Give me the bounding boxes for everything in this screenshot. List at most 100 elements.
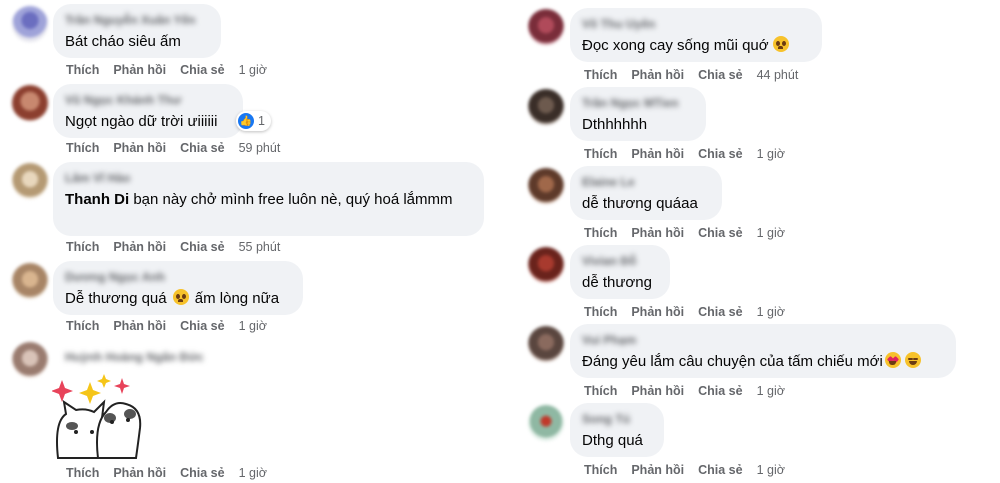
share-button[interactable]: Chia sẻ bbox=[180, 466, 224, 480]
share-button[interactable]: Chia sẻ bbox=[698, 226, 742, 240]
comment-time[interactable]: 59 phút bbox=[239, 141, 281, 155]
avatar[interactable] bbox=[528, 9, 564, 45]
comment-text: Dễ thương quá ấm lòng nữa bbox=[65, 288, 291, 309]
comment-text: Bát cháo siêu ấm bbox=[65, 33, 181, 50]
comment-time[interactable]: 55 phút bbox=[239, 240, 281, 254]
comment-author[interactable]: Võ Thu Uyên bbox=[582, 17, 810, 31]
comment-text: Dthg quá bbox=[582, 432, 643, 449]
comment-text-body: Đọc xong cay sống mũi quớ bbox=[582, 37, 769, 54]
mention-link[interactable]: Thanh Di bbox=[65, 191, 129, 208]
share-button[interactable]: Chia sẻ bbox=[180, 141, 224, 155]
comment-author[interactable]: Lâm Vĩ Hào bbox=[65, 171, 472, 185]
comment-text: dễ thương bbox=[582, 274, 652, 291]
share-button[interactable]: Chia sẻ bbox=[180, 319, 224, 333]
share-button[interactable]: Chia sẻ bbox=[180, 63, 224, 77]
comment-actions: Thích Phản hồi Chia sẻ 1 giờ bbox=[584, 462, 785, 478]
avatar[interactable] bbox=[12, 163, 48, 199]
comment-time[interactable]: 1 giờ bbox=[239, 63, 267, 77]
comment-actions: Thích Phản hồi Chia sẻ 55 phút bbox=[66, 239, 280, 255]
reaction-number: 1 bbox=[258, 114, 265, 128]
comment-time[interactable]: 1 giờ bbox=[757, 147, 785, 161]
share-button[interactable]: Chia sẻ bbox=[698, 463, 742, 477]
comment-time[interactable]: 44 phút bbox=[757, 68, 799, 82]
smiling-face-icon bbox=[904, 352, 921, 368]
like-button[interactable]: Thích bbox=[584, 226, 617, 240]
comment-bubble: Lâm Vĩ Hào Thanh Di bạn này chở mình fre… bbox=[53, 162, 484, 236]
comment-actions: Thích Phản hồi Chia sẻ 1 giờ bbox=[66, 465, 267, 481]
comment-author[interactable]: Trần Nguyễn Xuân Yến bbox=[65, 13, 209, 27]
comment-time[interactable]: 1 giờ bbox=[757, 226, 785, 240]
share-button[interactable]: Chia sẻ bbox=[180, 240, 224, 254]
like-button[interactable]: Thích bbox=[66, 240, 99, 254]
comment-text: Đáng yêu lắm câu chuyện của tấm chiếu mớ… bbox=[582, 351, 944, 372]
comment-bubble: Elaine Le dễ thương quáaa bbox=[570, 166, 722, 220]
reply-button[interactable]: Phản hồi bbox=[113, 240, 166, 254]
share-button[interactable]: Chia sẻ bbox=[698, 147, 742, 161]
comment-text: Dthhhhhh bbox=[582, 116, 648, 133]
like-button[interactable]: Thích bbox=[584, 384, 617, 398]
pleading-face-icon bbox=[772, 36, 789, 52]
reply-button[interactable]: Phản hồi bbox=[631, 463, 684, 477]
comment-actions: Thích Phản hồi Chia sẻ 1 giờ bbox=[66, 62, 267, 78]
comment-bubble: Vui Phạm Đáng yêu lắm câu chuyện của tấm… bbox=[570, 324, 956, 378]
reply-button[interactable]: Phản hồi bbox=[631, 384, 684, 398]
comment-bubble: Võ Thu Uyên Đọc xong cay sống mũi quớ bbox=[570, 8, 822, 62]
avatar[interactable] bbox=[12, 342, 48, 378]
comment-bubble: Song Tú Dthg quá bbox=[570, 403, 664, 457]
reply-button[interactable]: Phản hồi bbox=[113, 63, 166, 77]
comment-actions: Thích Phản hồi Chia sẻ 1 giờ bbox=[584, 304, 785, 320]
comment-actions: Thích Phản hồi Chia sẻ 44 phút bbox=[584, 67, 798, 83]
avatar[interactable] bbox=[12, 85, 48, 121]
like-button[interactable]: Thích bbox=[584, 68, 617, 82]
comment-time[interactable]: 1 giờ bbox=[239, 319, 267, 333]
like-button[interactable]: Thích bbox=[584, 147, 617, 161]
avatar[interactable] bbox=[12, 263, 48, 299]
comment-author[interactable]: Trần Ngọc MTien bbox=[582, 96, 694, 110]
share-button[interactable]: Chia sẻ bbox=[698, 68, 742, 82]
comment-bubble: Vivian Đỗ dễ thương bbox=[570, 245, 670, 299]
avatar[interactable] bbox=[528, 247, 564, 283]
like-button[interactable]: Thích bbox=[66, 319, 99, 333]
like-button[interactable]: Thích bbox=[584, 463, 617, 477]
avatar[interactable] bbox=[528, 89, 564, 125]
like-button[interactable]: Thích bbox=[66, 141, 99, 155]
comment-author[interactable]: Elaine Le bbox=[582, 175, 710, 189]
reply-button[interactable]: Phản hồi bbox=[631, 305, 684, 319]
reply-button[interactable]: Phản hồi bbox=[113, 141, 166, 155]
comment-author[interactable]: Vui Phạm bbox=[582, 333, 944, 347]
cat-and-panda-sticker[interactable] bbox=[52, 374, 144, 460]
comment-text-tail: ấm lòng nữa bbox=[190, 290, 280, 307]
comment-time[interactable]: 1 giờ bbox=[757, 384, 785, 398]
share-button[interactable]: Chia sẻ bbox=[698, 305, 742, 319]
like-button[interactable]: Thích bbox=[584, 305, 617, 319]
comment-author[interactable]: Dương Ngọc Anh bbox=[65, 270, 291, 284]
avatar[interactable] bbox=[528, 326, 564, 362]
avatar[interactable] bbox=[528, 405, 564, 441]
share-button[interactable]: Chia sẻ bbox=[698, 384, 742, 398]
like-button[interactable]: Thích bbox=[66, 63, 99, 77]
comment-text: dễ thương quáaa bbox=[582, 195, 698, 212]
comment-author[interactable]: Vivian Đỗ bbox=[582, 254, 658, 268]
reply-button[interactable]: Phản hồi bbox=[631, 226, 684, 240]
comment-bubble: Trần Nguyễn Xuân Yến Bát cháo siêu ấm bbox=[53, 4, 221, 58]
comment-time[interactable]: 1 giờ bbox=[757, 305, 785, 319]
comment-text-body: bạn này chở mình free luôn nè, quý hoá l… bbox=[129, 191, 453, 208]
comment-time[interactable]: 1 giờ bbox=[239, 466, 267, 480]
avatar[interactable] bbox=[12, 6, 48, 42]
reply-button[interactable]: Phản hồi bbox=[631, 68, 684, 82]
comment-time[interactable]: 1 giờ bbox=[757, 463, 785, 477]
comment-actions: Thích Phản hồi Chia sẻ 1 giờ bbox=[584, 146, 785, 162]
avatar[interactable] bbox=[528, 168, 564, 204]
comment-author[interactable]: Huỳnh Hoàng Ngân Đức bbox=[65, 350, 204, 364]
comment-author[interactable]: Vũ Ngọc Khánh Thư bbox=[65, 93, 231, 107]
reaction-count[interactable]: 👍 1 bbox=[236, 111, 271, 131]
like-button[interactable]: Thích bbox=[66, 466, 99, 480]
reply-button[interactable]: Phản hồi bbox=[113, 319, 166, 333]
like-icon: 👍 bbox=[238, 113, 254, 129]
reply-button[interactable]: Phản hồi bbox=[113, 466, 166, 480]
pleading-face-icon bbox=[172, 289, 189, 305]
comment-author[interactable]: Song Tú bbox=[582, 412, 652, 426]
comment-text-body: Dễ thương quá bbox=[65, 290, 167, 307]
comment-text: Thanh Di bạn này chở mình free luôn nè, … bbox=[65, 189, 472, 210]
reply-button[interactable]: Phản hồi bbox=[631, 147, 684, 161]
